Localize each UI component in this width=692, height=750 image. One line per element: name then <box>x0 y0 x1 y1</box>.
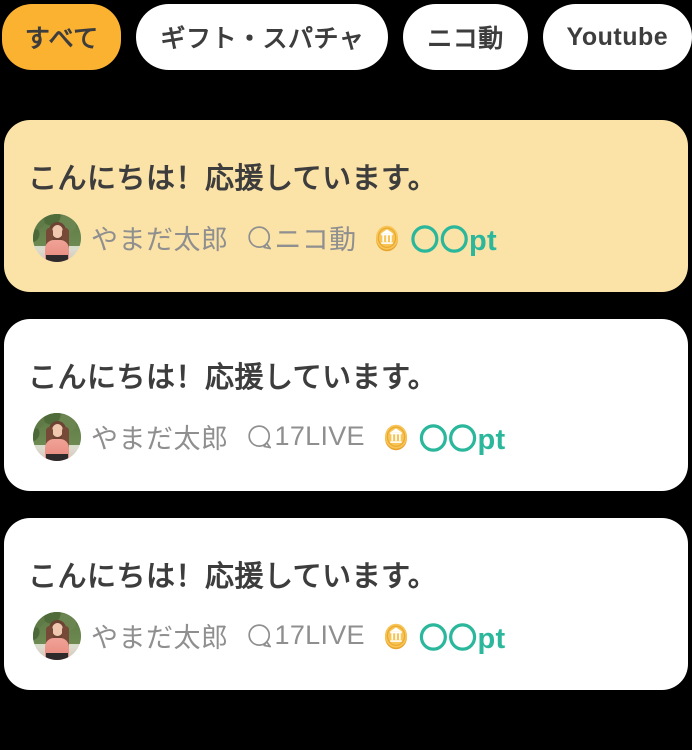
tab-all[interactable]: すべて <box>2 4 122 70</box>
message-card[interactable]: こんにちは！応援しています。 やまだ太郎 ニコ動 〇〇pt <box>4 120 688 292</box>
message-card-list: こんにちは！応援しています。 やまだ太郎 ニコ動 〇〇pt こんにちは！応援して… <box>0 120 692 717</box>
avatar-lower-body <box>46 254 68 262</box>
tab-gift-superchat-label: ギフト・スパチャ <box>160 25 365 53</box>
card-meta-row: やまだ太郎 17LIVE 〇〇pt <box>33 611 688 660</box>
card-points: 〇〇pt <box>410 224 497 257</box>
tab-nicovideo[interactable]: ニコ動 <box>403 4 528 70</box>
card-meta-row: やまだ太郎 ニコ動 〇〇pt <box>33 213 688 262</box>
tab-all-label: すべて <box>24 25 99 53</box>
card-username: やまだ太郎 <box>91 225 229 256</box>
tab-nicovideo-label: ニコ動 <box>427 25 504 53</box>
card-platform-label: ニコ動 <box>274 225 357 256</box>
card-username: やまだ太郎 <box>91 623 229 654</box>
tab-gift-superchat[interactable]: ギフト・スパチャ <box>136 4 389 70</box>
speech-bubble-icon <box>247 623 271 648</box>
message-card[interactable]: こんにちは！応援しています。 やまだ太郎 17LIVE 〇〇pt <box>4 517 688 690</box>
speech-bubble-icon <box>247 226 271 250</box>
tab-youtube[interactable]: Youtube <box>542 4 692 70</box>
card-meta-row: やまだ太郎 17LIVE 〇〇pt <box>33 412 688 461</box>
card-points: 〇〇pt <box>418 622 506 655</box>
card-message: こんにちは！応援しています。 <box>28 560 438 593</box>
card-platform-label: 17LIVE <box>274 620 365 651</box>
message-card[interactable]: こんにちは！応援しています。 やまだ太郎 17LIVE 〇〇pt <box>4 318 688 491</box>
bank-coin-icon <box>384 623 407 649</box>
avatar-lower-body <box>46 453 68 461</box>
card-username: やまだ太郎 <box>91 424 229 455</box>
tab-youtube-label: Youtube <box>566 22 669 51</box>
avatar-lower-body <box>46 652 68 660</box>
avatar <box>33 412 81 461</box>
card-platform: 17LIVE <box>247 620 365 651</box>
bank-coin-icon <box>376 225 399 252</box>
filter-tab-bar: すべて ギフト・スパチャ ニコ動 Youtube <box>0 3 692 71</box>
bank-coin-icon <box>384 424 407 451</box>
card-message: こんにちは！応援しています。 <box>28 163 438 195</box>
card-platform: 17LIVE <box>247 421 365 452</box>
card-points: 〇〇pt <box>418 423 506 456</box>
card-platform: ニコ動 <box>247 218 357 257</box>
speech-bubble-icon <box>247 425 271 449</box>
avatar <box>33 213 81 262</box>
card-message: こんにちは！応援しています。 <box>28 361 438 394</box>
card-platform-label: 17LIVE <box>274 421 365 452</box>
avatar <box>33 611 81 660</box>
